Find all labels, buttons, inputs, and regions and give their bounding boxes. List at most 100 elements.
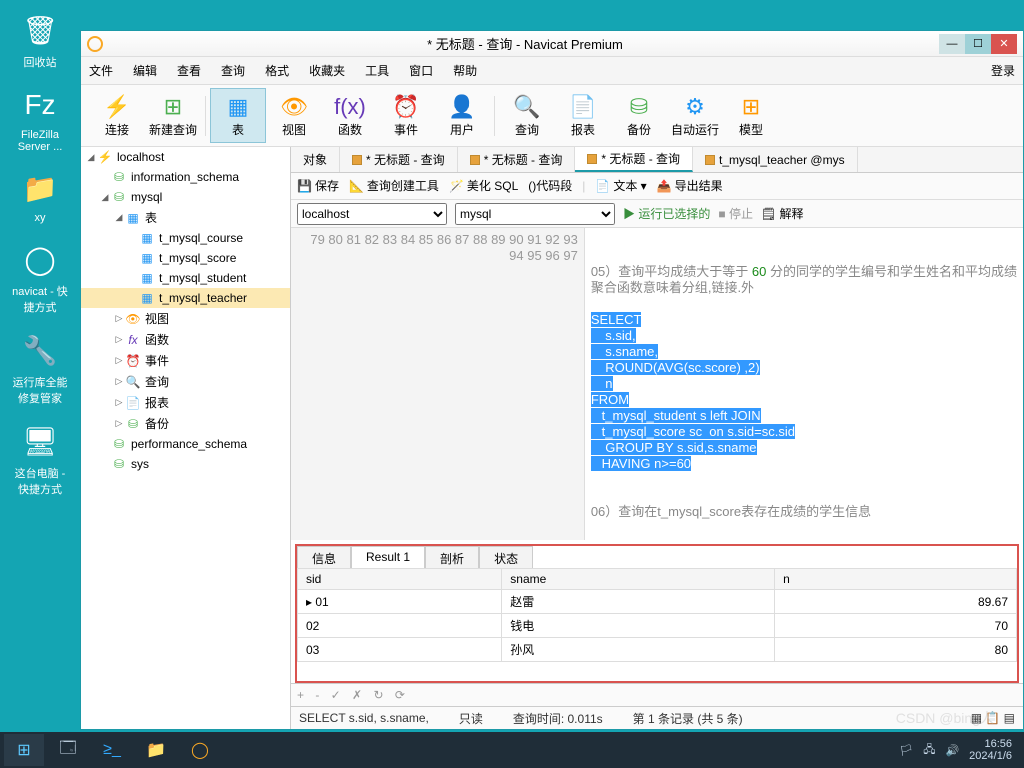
db-node[interactable]: ⛁sys bbox=[81, 454, 290, 474]
db-node[interactable]: ⛁ information_schema bbox=[81, 167, 290, 187]
db-node[interactable]: ◢⛁ mysql bbox=[81, 187, 290, 207]
query-tab-icon bbox=[470, 155, 480, 165]
editor-tab[interactable]: * 无标题 - 查询 bbox=[575, 147, 693, 172]
start-button[interactable]: ⊞ bbox=[4, 734, 44, 766]
status-readonly: 只读 bbox=[459, 710, 483, 727]
text-button[interactable]: 📄 文本 ▾ bbox=[595, 177, 646, 194]
table-node[interactable]: ▦t_mysql_teacher bbox=[81, 288, 290, 308]
query-tool[interactable]: 🔍查询 bbox=[499, 89, 555, 142]
result-tab[interactable]: 状态 bbox=[479, 546, 533, 568]
result-tab[interactable]: Result 1 bbox=[351, 546, 425, 568]
new-query-tool[interactable]: ⊞新建查询 bbox=[145, 89, 201, 142]
menu-item[interactable]: 格式 bbox=[265, 62, 289, 79]
maximize-button[interactable]: ☐ bbox=[965, 34, 991, 54]
connect-tool[interactable]: ⚡连接 bbox=[89, 89, 145, 142]
report-tool[interactable]: 📄报表 bbox=[555, 89, 611, 142]
tables-folder[interactable]: ◢▦ 表 bbox=[81, 207, 290, 228]
editor-tab[interactable]: 对象 bbox=[291, 147, 340, 172]
editor-tab[interactable]: * 无标题 - 查询 bbox=[340, 147, 458, 172]
menu-item[interactable]: 查询 bbox=[221, 62, 245, 79]
status-record-count: 第 1 条记录 (共 5 条) bbox=[633, 710, 743, 727]
taskbar-navicat-icon[interactable]: ◯ bbox=[180, 734, 220, 766]
export-result-button[interactable]: 📤 导出结果 bbox=[657, 177, 723, 194]
explain-button[interactable]: 🗒 解释 bbox=[761, 205, 804, 222]
autorun-tool[interactable]: ⚙自动运行 bbox=[667, 89, 723, 142]
table-tab-icon bbox=[705, 155, 715, 165]
navicat-icon[interactable]: ◯navicat - 快捷方式 bbox=[10, 239, 70, 315]
this-pc-icon[interactable]: 🖥这台电脑 - 快捷方式 bbox=[10, 421, 70, 497]
login-button[interactable]: 登录 bbox=[991, 62, 1015, 79]
table-node[interactable]: ▦t_mysql_student bbox=[81, 268, 290, 288]
table-node[interactable]: ▦t_mysql_course bbox=[81, 228, 290, 248]
column-header[interactable]: n bbox=[775, 569, 1017, 590]
result-footer: + - ✓ ✗ ↻ ⟳ bbox=[291, 683, 1023, 706]
code-segment-button[interactable]: ()代码段 bbox=[528, 177, 572, 194]
taskbar-explorer-icon[interactable]: 📁 bbox=[136, 734, 176, 766]
table-row[interactable]: 03孙风80 bbox=[298, 638, 1017, 662]
save-button[interactable]: 💾 保存 bbox=[297, 177, 339, 194]
system-tray[interactable]: 🏳 🖧 🔊 16:56 2024/1/6 bbox=[899, 738, 1020, 762]
tray-flag-icon[interactable]: 🏳 bbox=[899, 744, 913, 757]
menu-item[interactable]: 查看 bbox=[177, 62, 201, 79]
model-tool[interactable]: ⊞模型 bbox=[723, 89, 779, 142]
database-select[interactable]: mysql bbox=[455, 203, 615, 225]
events-folder[interactable]: ▷⏰事件 bbox=[81, 350, 290, 371]
connection-node[interactable]: ◢⚡ localhost bbox=[81, 147, 290, 167]
queries-folder[interactable]: ▷🔍查询 bbox=[81, 371, 290, 392]
menu-item[interactable]: 收藏夹 bbox=[309, 62, 345, 79]
minimize-button[interactable]: — bbox=[939, 34, 965, 54]
backups-folder[interactable]: ▷⛁备份 bbox=[81, 413, 290, 434]
sql-editor[interactable]: 79 80 81 82 83 84 85 86 87 88 89 90 91 9… bbox=[291, 228, 1023, 540]
functions-folder[interactable]: ▷fx函数 bbox=[81, 329, 290, 350]
query-builder-button[interactable]: 📐 查询创建工具 bbox=[349, 177, 439, 194]
column-header[interactable]: sname bbox=[502, 569, 775, 590]
editor-tab[interactable]: t_mysql_teacher @mys bbox=[693, 147, 858, 172]
query-toolbar: 💾 保存 📐 查询创建工具 🪄 美化 SQL ()代码段 | 📄 文本 ▾ 📤 … bbox=[291, 173, 1023, 200]
db-node[interactable]: ⛁performance_schema bbox=[81, 434, 290, 454]
menubar: 文件 编辑 查看 查询 格式 收藏夹 工具 窗口 帮助 登录 bbox=[81, 57, 1023, 85]
record-nav-icons[interactable]: + - ✓ ✗ ↻ ⟳ bbox=[297, 688, 409, 702]
table-node[interactable]: ▦t_mysql_score bbox=[81, 248, 290, 268]
backup-tool[interactable]: ⛁备份 bbox=[611, 89, 667, 142]
filezilla-icon[interactable]: FzFileZilla Server ... bbox=[10, 85, 70, 153]
tray-sound-icon[interactable]: 🔊 bbox=[945, 744, 959, 757]
stop-button[interactable]: ■ 停止 bbox=[718, 205, 753, 222]
column-header[interactable]: sid bbox=[298, 569, 502, 590]
table-row[interactable]: 02钱电70 bbox=[298, 614, 1017, 638]
result-grid[interactable]: sidsnamen▸ 01赵雷89.6702钱电7003孙风80 bbox=[295, 568, 1019, 683]
folder-xy-icon[interactable]: 📁xy bbox=[10, 168, 70, 224]
result-tab[interactable]: 剖析 bbox=[425, 546, 479, 568]
taskbar-powershell-icon[interactable]: ≥_ bbox=[92, 734, 132, 766]
event-tool[interactable]: ⏰事件 bbox=[378, 89, 434, 142]
menu-item[interactable]: 帮助 bbox=[453, 62, 477, 79]
recycle-bin-icon[interactable]: 🗑回收站 bbox=[10, 10, 70, 70]
connection-label: localhost bbox=[117, 150, 164, 164]
run-selected-button[interactable]: ▶ 运行已选择的 bbox=[623, 205, 710, 222]
connection-select[interactable]: localhost bbox=[297, 203, 447, 225]
tray-date: 2024/1/6 bbox=[969, 750, 1012, 762]
connection-bar: localhost mysql ▶ 运行已选择的 ■ 停止 🗒 解释 bbox=[291, 200, 1023, 229]
connection-tree[interactable]: ◢⚡ localhost ⛁ information_schema ◢⛁ mys… bbox=[81, 147, 291, 729]
editor-tab[interactable]: * 无标题 - 查询 bbox=[458, 147, 576, 172]
main-toolbar: ⚡连接⊞新建查询▦表👁视图f(x)函数⏰事件👤用户🔍查询📄报表⛁备份⚙自动运行⊞… bbox=[81, 85, 1023, 147]
query-tab-icon bbox=[587, 154, 597, 164]
function-tool[interactable]: f(x)函数 bbox=[322, 89, 378, 142]
beautify-sql-button[interactable]: 🪄 美化 SQL bbox=[449, 177, 518, 194]
runtime-fix-icon[interactable]: 🔧运行库全能修复管家 bbox=[10, 330, 70, 406]
view-tool[interactable]: 👁视图 bbox=[266, 89, 322, 142]
menu-item[interactable]: 编辑 bbox=[133, 62, 157, 79]
tray-network-icon[interactable]: 🖧 bbox=[923, 741, 935, 760]
close-button[interactable]: ✕ bbox=[991, 34, 1017, 54]
user-tool[interactable]: 👤用户 bbox=[434, 89, 490, 142]
table-tool[interactable]: ▦表 bbox=[210, 88, 266, 143]
menu-item[interactable]: 窗口 bbox=[409, 62, 433, 79]
taskbar-server-icon[interactable]: 🗔 bbox=[48, 734, 88, 766]
menu-item[interactable]: 文件 bbox=[89, 62, 113, 79]
result-tab[interactable]: 信息 bbox=[297, 546, 351, 568]
menu-item[interactable]: 工具 bbox=[365, 62, 389, 79]
views-folder[interactable]: ▷👁视图 bbox=[81, 308, 290, 329]
taskbar[interactable]: ⊞ 🗔 ≥_ 📁 ◯ 🏳 🖧 🔊 16:56 2024/1/6 bbox=[0, 732, 1024, 768]
reports-folder[interactable]: ▷📄报表 bbox=[81, 392, 290, 413]
table-row[interactable]: ▸ 01赵雷89.67 bbox=[298, 590, 1017, 614]
line-gutter: 79 80 81 82 83 84 85 86 87 88 89 90 91 9… bbox=[291, 228, 585, 540]
